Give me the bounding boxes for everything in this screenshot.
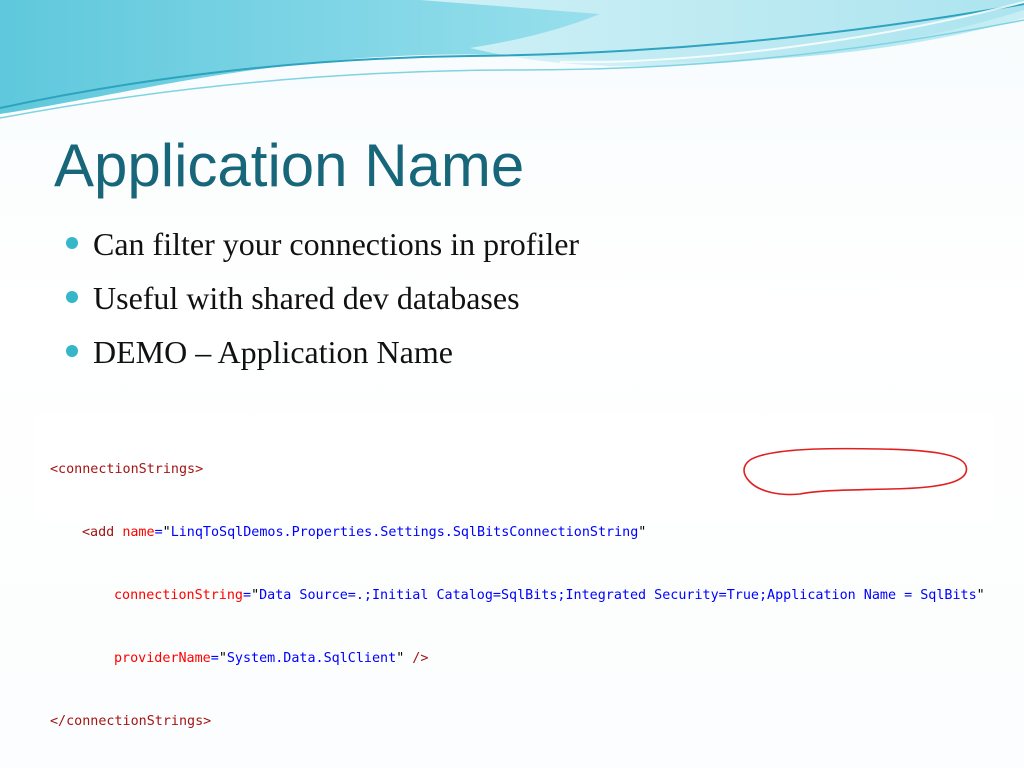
bullet-text: DEMO – Application Name xyxy=(93,334,453,370)
code-attr: name xyxy=(122,525,155,540)
code-tag: </connectionStrings> xyxy=(50,714,212,729)
code-tag: /> xyxy=(404,651,429,666)
slide-title: Application Name xyxy=(54,132,525,199)
code-value: Data Source=.;Initial Catalog=SqlBits;In… xyxy=(259,588,768,603)
code-line-connection-string: connectionString="Data Source=.;Initial … xyxy=(114,588,985,603)
code-line-close-tag: </connectionStrings> xyxy=(50,711,994,732)
bullet-item: DEMO – Application Name xyxy=(66,330,579,384)
code-value: LinqToSqlDemos.Properties.Settings.SqlBi… xyxy=(170,525,639,540)
bullet-item: Useful with shared dev databases xyxy=(66,276,579,330)
bullet-dot-icon xyxy=(66,345,78,357)
bullet-list: Can filter your connections in profiler … xyxy=(66,222,579,384)
bullet-text: Can filter your connections in profiler xyxy=(93,226,580,262)
code-tag: <add xyxy=(82,525,123,540)
bullet-dot-icon xyxy=(66,237,78,249)
bullet-item: Can filter your connections in profiler xyxy=(66,222,579,276)
code-value: System.Data.SqlClient xyxy=(226,651,397,666)
code-line-provider: providerName="System.Data.SqlClient" /> xyxy=(114,651,429,666)
code-line-add: <add name="LinqToSqlDemos.Properties.Set… xyxy=(82,525,647,540)
header-wave-decoration xyxy=(0,0,1024,119)
bullet-text: Useful with shared dev databases xyxy=(93,280,520,316)
code-value-highlighted: Application Name = SqlBits xyxy=(767,588,977,603)
code-line-open-tag: <connectionStrings> xyxy=(50,459,994,480)
slide: Application Name Can filter your connect… xyxy=(0,0,1024,768)
code-tag: <connectionStrings> xyxy=(50,462,204,477)
code-attr: providerName xyxy=(114,651,211,666)
code-snippet: <connectionStrings> <add name="LinqToSql… xyxy=(34,414,994,729)
code-attr: connectionString xyxy=(114,588,243,603)
bullet-dot-icon xyxy=(66,291,78,303)
